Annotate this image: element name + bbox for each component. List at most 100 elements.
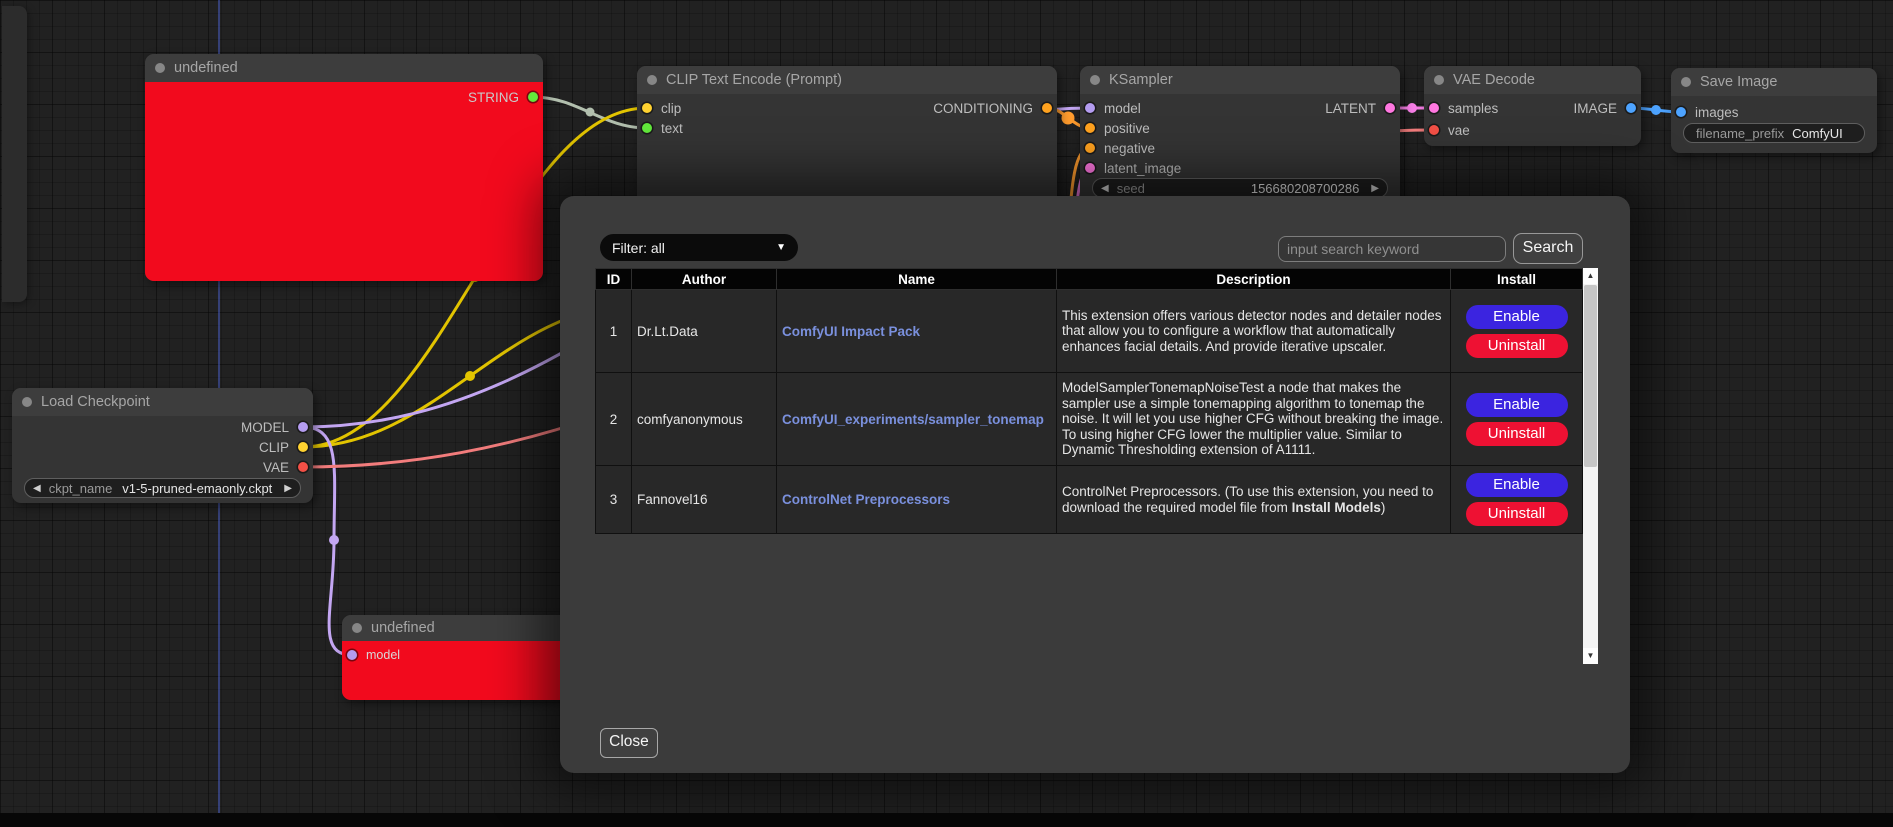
filename-prefix-widget[interactable]: filename_prefix ComfyUI: [1683, 123, 1865, 143]
node-title-bar[interactable]: KSampler: [1080, 66, 1400, 94]
header-name: Name: [777, 269, 1057, 290]
filename-prefix-label: filename_prefix: [1696, 126, 1784, 141]
seed-widget[interactable]: ◀ seed 156680208700286 ▶: [1092, 178, 1388, 198]
arrow-right-icon[interactable]: ▶: [1371, 183, 1379, 194]
node-title: Load Checkpoint: [41, 394, 150, 410]
input-dot-images[interactable]: [1676, 107, 1686, 117]
input-slot-images[interactable]: images: [1671, 102, 1877, 122]
output-slot-label: STRING: [468, 90, 519, 105]
node-undefined-bottom[interactable]: undefined model: [342, 615, 568, 700]
node-title-bar[interactable]: Load Checkpoint: [12, 388, 313, 416]
cell-name: ComfyUI_experiments/sampler_tonemap: [777, 373, 1057, 466]
node-collapse-dot[interactable]: [1090, 75, 1100, 85]
output-slot-image[interactable]: IMAGE: [1424, 98, 1641, 118]
filter-dropdown[interactable]: Filter: all ▼: [600, 234, 798, 261]
close-button[interactable]: Close: [600, 728, 658, 758]
node-collapse-dot[interactable]: [352, 623, 362, 633]
filename-prefix-value[interactable]: ComfyUI: [1792, 126, 1843, 141]
offscreen-node-edge[interactable]: [2, 6, 27, 302]
input-dot-text[interactable]: [642, 123, 652, 133]
node-title-bar[interactable]: VAE Decode: [1424, 66, 1641, 94]
output-slot-label: IMAGE: [1573, 101, 1617, 116]
output-dot-string[interactable]: [528, 92, 538, 102]
cell-description: This extension offers various detector n…: [1057, 290, 1451, 373]
node-title-bar[interactable]: undefined: [342, 615, 568, 641]
extension-link[interactable]: ControlNet Preprocessors: [782, 492, 950, 507]
extension-manager-dialog: Filter: all ▼ Search ID Author Name Desc…: [560, 196, 1630, 773]
node-title: undefined: [371, 620, 435, 636]
output-slot-conditioning[interactable]: CONDITIONING: [637, 98, 1057, 118]
node-title-bar[interactable]: Save Image: [1671, 68, 1877, 96]
node-undefined-top[interactable]: undefined STRING: [145, 54, 543, 281]
node-collapse-dot[interactable]: [1681, 77, 1691, 87]
wire-dot: [1651, 105, 1661, 115]
seed-widget-value[interactable]: 156680208700286: [1251, 181, 1359, 196]
input-slot-label: positive: [1104, 121, 1150, 136]
output-slot-model[interactable]: MODEL: [12, 417, 313, 437]
node-collapse-dot[interactable]: [1434, 75, 1444, 85]
cell-author: Fannovel16: [632, 466, 777, 534]
ckpt-name-value[interactable]: v1-5-pruned-emaonly.ckpt: [122, 481, 272, 496]
output-slot-latent[interactable]: LATENT: [1080, 98, 1400, 118]
scrollbar-down-icon[interactable]: ▼: [1583, 648, 1598, 664]
search-input[interactable]: [1278, 236, 1506, 262]
node-title-bar[interactable]: CLIP Text Encode (Prompt): [637, 66, 1057, 94]
enable-button[interactable]: Enable: [1466, 473, 1568, 497]
output-slot-clip[interactable]: CLIP: [12, 437, 313, 457]
output-dot-vae[interactable]: [298, 462, 308, 472]
input-slot-latent-image[interactable]: latent_image: [1080, 158, 1400, 178]
cell-description: ModelSamplerTonemapNoiseTest a node that…: [1057, 373, 1451, 466]
input-slot-positive[interactable]: positive: [1080, 118, 1400, 138]
ckpt-name-widget[interactable]: ◀ ckpt_name v1-5-pruned-emaonly.ckpt ▶: [24, 478, 301, 498]
output-slot-label: CLIP: [259, 440, 289, 455]
node-title-bar[interactable]: undefined: [145, 54, 543, 82]
scrollbar-up-icon[interactable]: ▲: [1583, 268, 1598, 284]
uninstall-button[interactable]: Uninstall: [1466, 502, 1568, 526]
node-collapse-dot[interactable]: [155, 63, 165, 73]
input-slot-text[interactable]: text: [637, 118, 1057, 138]
input-slot-model[interactable]: model: [342, 645, 568, 665]
input-dot-positive[interactable]: [1085, 123, 1095, 133]
input-slot-vae[interactable]: vae: [1424, 120, 1641, 140]
node-collapse-dot[interactable]: [22, 397, 32, 407]
input-dot-vae[interactable]: [1429, 125, 1439, 135]
comfyui-canvas[interactable]: undefined STRING CLIP Text Encode (Promp…: [0, 0, 1893, 827]
enable-button[interactable]: Enable: [1466, 305, 1568, 329]
uninstall-button[interactable]: Uninstall: [1466, 334, 1568, 358]
node-vae-decode[interactable]: VAE Decode samples vae IMAGE: [1424, 66, 1641, 146]
uninstall-button[interactable]: Uninstall: [1466, 422, 1568, 446]
extension-link[interactable]: ComfyUI Impact Pack: [782, 324, 920, 339]
arrow-left-icon[interactable]: ◀: [33, 483, 41, 494]
output-dot-model[interactable]: [298, 422, 308, 432]
input-slot-negative[interactable]: negative: [1080, 138, 1400, 158]
cell-install: Enable Uninstall: [1451, 466, 1583, 534]
cell-id: 3: [596, 466, 632, 534]
table-scrollbar[interactable]: ▲ ▼: [1583, 268, 1598, 664]
cell-install: Enable Uninstall: [1451, 373, 1583, 466]
output-slot-string[interactable]: STRING: [145, 87, 543, 107]
node-save-image[interactable]: Save Image images filename_prefix ComfyU…: [1671, 68, 1877, 153]
output-slot-vae[interactable]: VAE: [12, 457, 313, 477]
output-dot-image[interactable]: [1626, 103, 1636, 113]
arrow-right-icon[interactable]: ▶: [284, 483, 292, 494]
search-button[interactable]: Search: [1513, 233, 1583, 264]
node-clip-text-encode[interactable]: CLIP Text Encode (Prompt) clip text COND…: [637, 66, 1057, 216]
node-collapse-dot[interactable]: [647, 75, 657, 85]
input-dot-negative[interactable]: [1085, 143, 1095, 153]
node-load-checkpoint[interactable]: Load Checkpoint MODEL CLIP VAE ◀ ckpt_na…: [12, 388, 313, 503]
input-dot-model[interactable]: [347, 650, 357, 660]
output-dot-conditioning[interactable]: [1042, 103, 1052, 113]
extension-link[interactable]: ComfyUI_experiments/sampler_tonemap: [782, 412, 1044, 427]
header-description: Description: [1057, 269, 1451, 290]
enable-button[interactable]: Enable: [1466, 393, 1568, 417]
extension-table-container: ID Author Name Description Install 1 Dr.…: [595, 268, 1597, 664]
cell-name: ControlNet Preprocessors: [777, 466, 1057, 534]
scrollbar-thumb[interactable]: [1584, 285, 1597, 467]
cell-author: Dr.Lt.Data: [632, 290, 777, 373]
output-slot-label: MODEL: [241, 420, 289, 435]
input-slot-label: latent_image: [1104, 161, 1181, 176]
input-dot-latent-image[interactable]: [1085, 163, 1095, 173]
output-dot-clip[interactable]: [298, 442, 308, 452]
arrow-left-icon[interactable]: ◀: [1101, 183, 1109, 194]
output-dot-latent[interactable]: [1385, 103, 1395, 113]
